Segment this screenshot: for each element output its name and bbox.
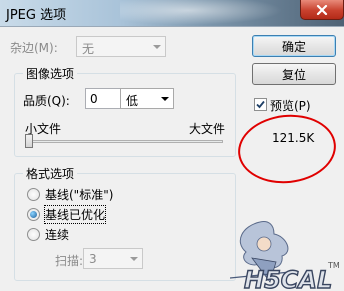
window-title: JPEG 选项 xyxy=(6,8,67,23)
title-bar-decoration xyxy=(120,0,290,26)
format-progressive-label: 连续 xyxy=(45,228,70,242)
chevron-down-icon xyxy=(148,37,165,56)
close-icon xyxy=(316,4,328,15)
close-button[interactable] xyxy=(300,0,344,20)
quality-slider-thumb[interactable] xyxy=(25,134,33,148)
svg-text:H5CAL: H5CAL xyxy=(244,266,332,290)
format-baseline-standard-radio[interactable] xyxy=(27,188,40,201)
matte-value: 无 xyxy=(82,42,95,56)
quality-preset-select[interactable]: 低 xyxy=(120,88,174,109)
quality-label: 品质(Q): xyxy=(23,94,70,108)
radio-selected-dot xyxy=(30,211,37,218)
dialog-body: 杂边(M): 无 确定 复位 图像选项 品质(Q): 0 低 小文件 大文件 预… xyxy=(0,26,344,291)
quality-input[interactable]: 0 xyxy=(85,88,125,109)
large-file-label: 大文件 xyxy=(189,122,226,136)
reset-button[interactable]: 复位 xyxy=(252,63,336,85)
format-progressive-radio[interactable] xyxy=(27,228,40,241)
format-baseline-standard-label: 基线("标准") xyxy=(45,188,114,202)
ok-button[interactable]: 确定 xyxy=(252,35,336,57)
title-bar: JPEG 选项 xyxy=(0,0,344,26)
chevron-down-icon xyxy=(125,249,142,268)
format-baseline-optimized-radio[interactable] xyxy=(27,208,40,221)
red-annotation-circle xyxy=(234,110,340,188)
matte-label: 杂边(M): xyxy=(10,41,58,55)
format-options-legend: 格式选项 xyxy=(23,165,78,182)
checkmark-icon xyxy=(256,100,265,109)
chevron-down-icon xyxy=(156,89,173,108)
trademark-label: TM xyxy=(327,261,340,270)
quality-preset-value: 低 xyxy=(126,94,139,108)
image-options-legend: 图像选项 xyxy=(23,65,78,82)
format-baseline-optimized-label: 基线已优化 xyxy=(43,205,107,224)
matte-select[interactable]: 无 xyxy=(76,36,166,57)
scan-value: 3 xyxy=(89,252,97,266)
reset-button-label: 复位 xyxy=(281,67,306,82)
ok-button-label: 确定 xyxy=(281,39,306,54)
preview-checkbox[interactable] xyxy=(254,98,267,111)
mascot-watermark-icon: H5CAL TM xyxy=(230,221,340,290)
quality-value: 0 xyxy=(90,92,98,106)
scan-select[interactable]: 3 xyxy=(83,248,143,269)
format-options-group: 格式选项 基线("标准") 基线已优化 连续 扫描: 3 xyxy=(14,165,236,281)
preview-label: 预览(P) xyxy=(270,99,311,113)
scan-label: 扫描: xyxy=(55,254,84,268)
quality-slider-track[interactable] xyxy=(27,140,223,143)
image-options-group: 图像选项 品质(Q): 0 低 小文件 大文件 xyxy=(14,65,236,157)
